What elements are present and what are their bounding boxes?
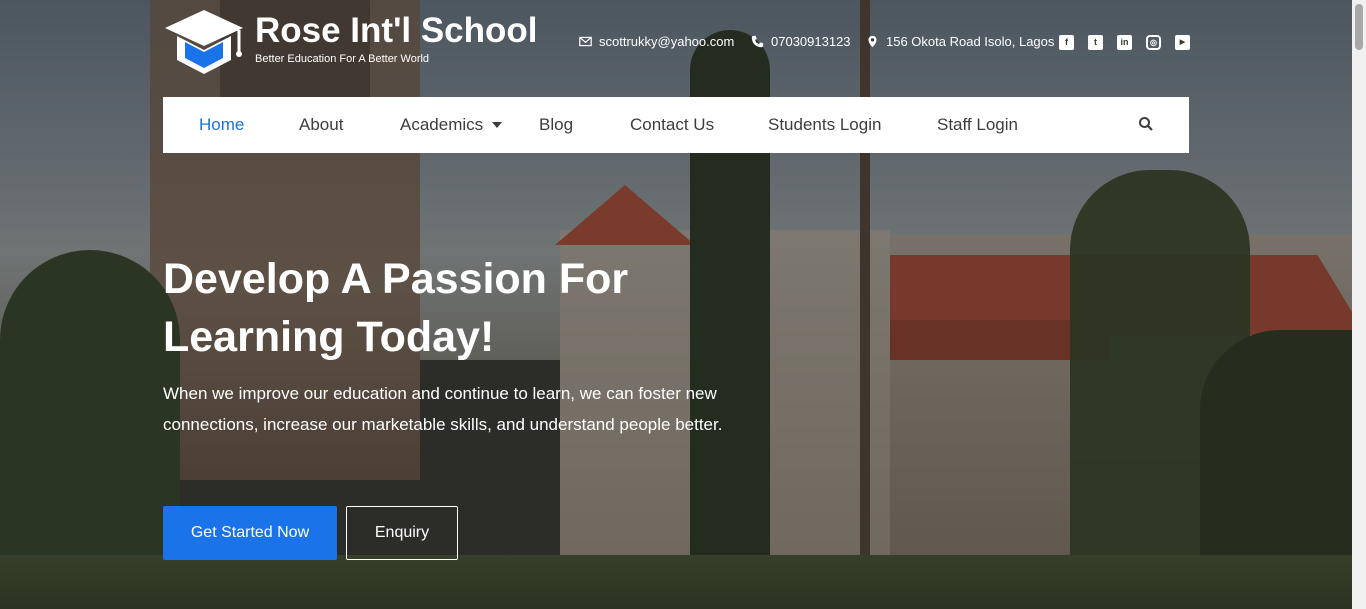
linkedin-icon[interactable]: in (1117, 35, 1132, 50)
nav-item-about[interactable]: About (299, 97, 343, 153)
main-navigation: Home About Academics Blog Contact Us Stu… (163, 97, 1189, 153)
nav-item-students-login[interactable]: Students Login (768, 97, 881, 153)
twitter-icon[interactable]: t (1088, 35, 1103, 50)
phone-text: 07030913123 (771, 34, 851, 49)
search-icon[interactable] (1138, 116, 1154, 132)
contact-address[interactable]: 156 Okota Road Isolo, Lagos (866, 34, 1054, 49)
nav-item-academics[interactable]: Academics (400, 97, 503, 153)
scrollbar-thumb[interactable] (1355, 4, 1363, 50)
youtube-icon[interactable]: ▶ (1175, 35, 1190, 50)
page-scrollbar[interactable] (1352, 0, 1366, 609)
get-started-button[interactable]: Get Started Now (163, 506, 337, 560)
map-pin-icon (868, 35, 877, 48)
email-text: scottrukky@yahoo.com (599, 34, 735, 49)
nav-item-staff-login[interactable]: Staff Login (937, 97, 1018, 153)
enquiry-button[interactable]: Enquiry (346, 506, 458, 560)
hero-heading: Develop A Passion For Learning Today! (163, 250, 783, 366)
hero-description: When we improve our education and contin… (163, 384, 723, 434)
facebook-icon[interactable]: f (1059, 35, 1074, 50)
contact-email[interactable]: scottrukky@yahoo.com (579, 34, 734, 49)
hero-heading-line1: Develop A Passion For (163, 255, 629, 303)
social-links: f t in ◎ ▶ (1059, 35, 1190, 50)
instagram-icon[interactable]: ◎ (1146, 35, 1161, 50)
nav-item-contact-us[interactable]: Contact Us (630, 97, 714, 153)
nav-item-home[interactable]: Home (199, 97, 244, 153)
chevron-down-icon (492, 122, 503, 128)
nav-item-blog[interactable]: Blog (539, 97, 573, 153)
site-tagline: Better Education For A Better World (255, 53, 430, 65)
site-title[interactable]: Rose Int'l School (255, 11, 538, 51)
nav-item-academics-label: Academics (400, 115, 484, 134)
contact-phone[interactable]: 07030913123 (751, 34, 851, 49)
address-text: 156 Okota Road Isolo, Lagos (886, 34, 1055, 49)
envelope-icon (579, 36, 592, 47)
graduation-cap-icon (163, 8, 245, 80)
site-logo[interactable] (163, 8, 245, 80)
hero-heading-line2: Learning Today! (163, 313, 495, 361)
phone-icon (751, 35, 764, 48)
